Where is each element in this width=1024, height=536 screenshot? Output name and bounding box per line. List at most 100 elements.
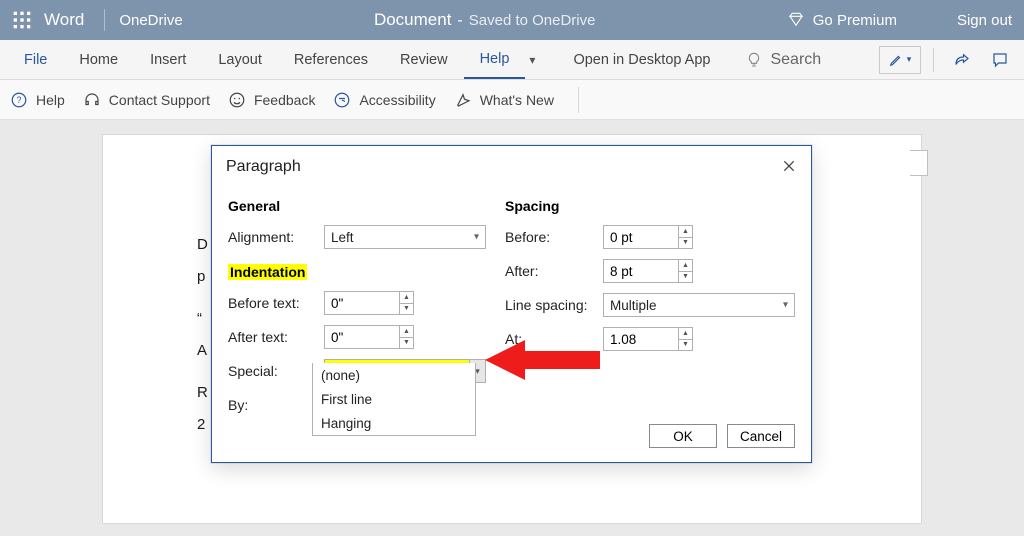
separator (578, 87, 579, 113)
tab-help[interactable]: Help (464, 41, 526, 79)
tab-file[interactable]: File (8, 41, 63, 79)
tab-references[interactable]: References (278, 41, 384, 79)
document-name[interactable]: Document (374, 10, 451, 30)
separator (933, 48, 934, 72)
special-option-firstline[interactable]: First line (313, 387, 475, 411)
line-spacing-select[interactable]: Multiple ▾ (603, 293, 795, 317)
at-spinner[interactable]: 1.08 ▲▼ (603, 327, 693, 351)
before-text-label: Before text: (228, 295, 324, 311)
spin-up-icon[interactable]: ▲ (678, 260, 692, 272)
ribbon-tabs: File Home Insert Layout References Revie… (0, 40, 1024, 80)
spacing-heading: Spacing (505, 198, 795, 214)
dialog-title: Paragraph (226, 158, 301, 176)
ruler-handle[interactable] (910, 150, 928, 176)
special-dropdown-list: (none) First line Hanging (312, 363, 476, 436)
at-value: 1.08 (610, 332, 636, 347)
tab-home[interactable]: Home (63, 41, 134, 79)
tab-layout[interactable]: Layout (202, 41, 278, 79)
title-bar: Word OneDrive Document - Saved to OneDri… (0, 0, 1024, 40)
feedback-label: Feedback (254, 92, 315, 108)
open-in-desktop-button[interactable]: Open in Desktop App (557, 41, 726, 79)
spin-down-icon[interactable]: ▼ (678, 340, 692, 351)
feedback-button[interactable]: Feedback (228, 91, 315, 109)
tab-review[interactable]: Review (384, 41, 464, 79)
sparkle-icon (454, 91, 472, 109)
app-name[interactable]: Word (44, 10, 84, 30)
spin-up-icon[interactable]: ▲ (678, 328, 692, 340)
alignment-label: Alignment: (228, 229, 324, 245)
titlebar-divider (104, 9, 105, 31)
help-icon: ? (10, 91, 28, 109)
special-option-hanging[interactable]: Hanging (313, 411, 475, 435)
chevron-down-icon: ▾ (474, 232, 479, 243)
accessibility-label: Accessibility (359, 92, 435, 108)
whats-new-label: What's New (480, 92, 554, 108)
before-text-spinner[interactable]: 0" ▲▼ (324, 291, 414, 315)
paragraph-dialog: Paragraph General Alignment: Left ▾ Inde… (211, 145, 812, 463)
contact-support-button[interactable]: Contact Support (83, 91, 210, 109)
document-text-snippet: D p “ A R 2 (197, 229, 208, 441)
accessibility-button[interactable]: Accessibility (333, 91, 435, 109)
diamond-icon (787, 11, 805, 29)
comment-icon (991, 51, 1009, 69)
special-label: Special: (228, 363, 324, 379)
after-text-label: After text: (228, 329, 324, 345)
svg-text:?: ? (16, 95, 21, 105)
editing-mode-button[interactable]: ▾ (879, 46, 921, 74)
spacing-before-value: 0 pt (610, 230, 633, 245)
storage-location[interactable]: OneDrive (119, 12, 182, 29)
search-box[interactable]: Search (746, 51, 821, 69)
close-icon (781, 158, 797, 174)
by-label: By: (228, 397, 324, 413)
cancel-button[interactable]: Cancel (727, 424, 795, 448)
smiley-icon (228, 91, 246, 109)
share-button[interactable] (946, 46, 978, 74)
line-spacing-label: Line spacing: (505, 297, 603, 313)
line-spacing-value: Multiple (610, 298, 657, 313)
chevron-down-icon: ▾ (907, 54, 912, 65)
spin-up-icon[interactable]: ▲ (399, 326, 413, 338)
spin-up-icon[interactable]: ▲ (678, 226, 692, 238)
spin-up-icon[interactable]: ▲ (399, 292, 413, 304)
ok-button[interactable]: OK (649, 424, 717, 448)
general-heading: General (228, 198, 489, 214)
help-toolbar: ? Help Contact Support Feedback Accessib… (0, 80, 1024, 120)
lightbulb-icon (746, 52, 762, 68)
spin-down-icon[interactable]: ▼ (678, 238, 692, 249)
spacing-column: Spacing Before: 0 pt ▲▼ After: 8 pt ▲▼ L… (505, 192, 795, 426)
comments-button[interactable] (984, 46, 1016, 74)
app-launcher-icon[interactable] (12, 10, 32, 30)
help-label: Help (36, 92, 65, 108)
after-text-spinner[interactable]: 0" ▲▼ (324, 325, 414, 349)
spacing-after-spinner[interactable]: 8 pt ▲▼ (603, 259, 693, 283)
spacing-before-spinner[interactable]: 0 pt ▲▼ (603, 225, 693, 249)
pencil-icon (889, 53, 903, 67)
headset-icon (83, 91, 101, 109)
spacing-before-label: Before: (505, 229, 603, 245)
sign-out-link[interactable]: Sign out (957, 12, 1012, 29)
spin-down-icon[interactable]: ▼ (678, 272, 692, 283)
save-status: Saved to OneDrive (469, 12, 596, 29)
accessibility-icon (333, 91, 351, 109)
search-label: Search (770, 51, 821, 69)
before-text-value: 0" (331, 296, 343, 311)
spin-down-icon[interactable]: ▼ (399, 338, 413, 349)
chevron-down-icon[interactable]: ▾ (529, 53, 535, 67)
dash: - (457, 12, 462, 30)
contact-support-label: Contact Support (109, 92, 210, 108)
help-button[interactable]: ? Help (10, 91, 65, 109)
red-arrow-annotation (485, 335, 605, 385)
spin-down-icon[interactable]: ▼ (399, 304, 413, 315)
go-premium-label: Go Premium (813, 12, 897, 29)
spacing-after-value: 8 pt (610, 264, 633, 279)
go-premium-button[interactable]: Go Premium (787, 11, 897, 29)
special-option-none[interactable]: (none) (313, 363, 475, 387)
whats-new-button[interactable]: What's New (454, 91, 554, 109)
indentation-heading: Indentation (228, 264, 307, 280)
alignment-value: Left (331, 230, 354, 245)
tab-insert[interactable]: Insert (134, 41, 202, 79)
share-icon (953, 51, 971, 69)
alignment-select[interactable]: Left ▾ (324, 225, 486, 249)
chevron-down-icon: ▾ (783, 300, 788, 311)
close-button[interactable] (781, 156, 797, 178)
